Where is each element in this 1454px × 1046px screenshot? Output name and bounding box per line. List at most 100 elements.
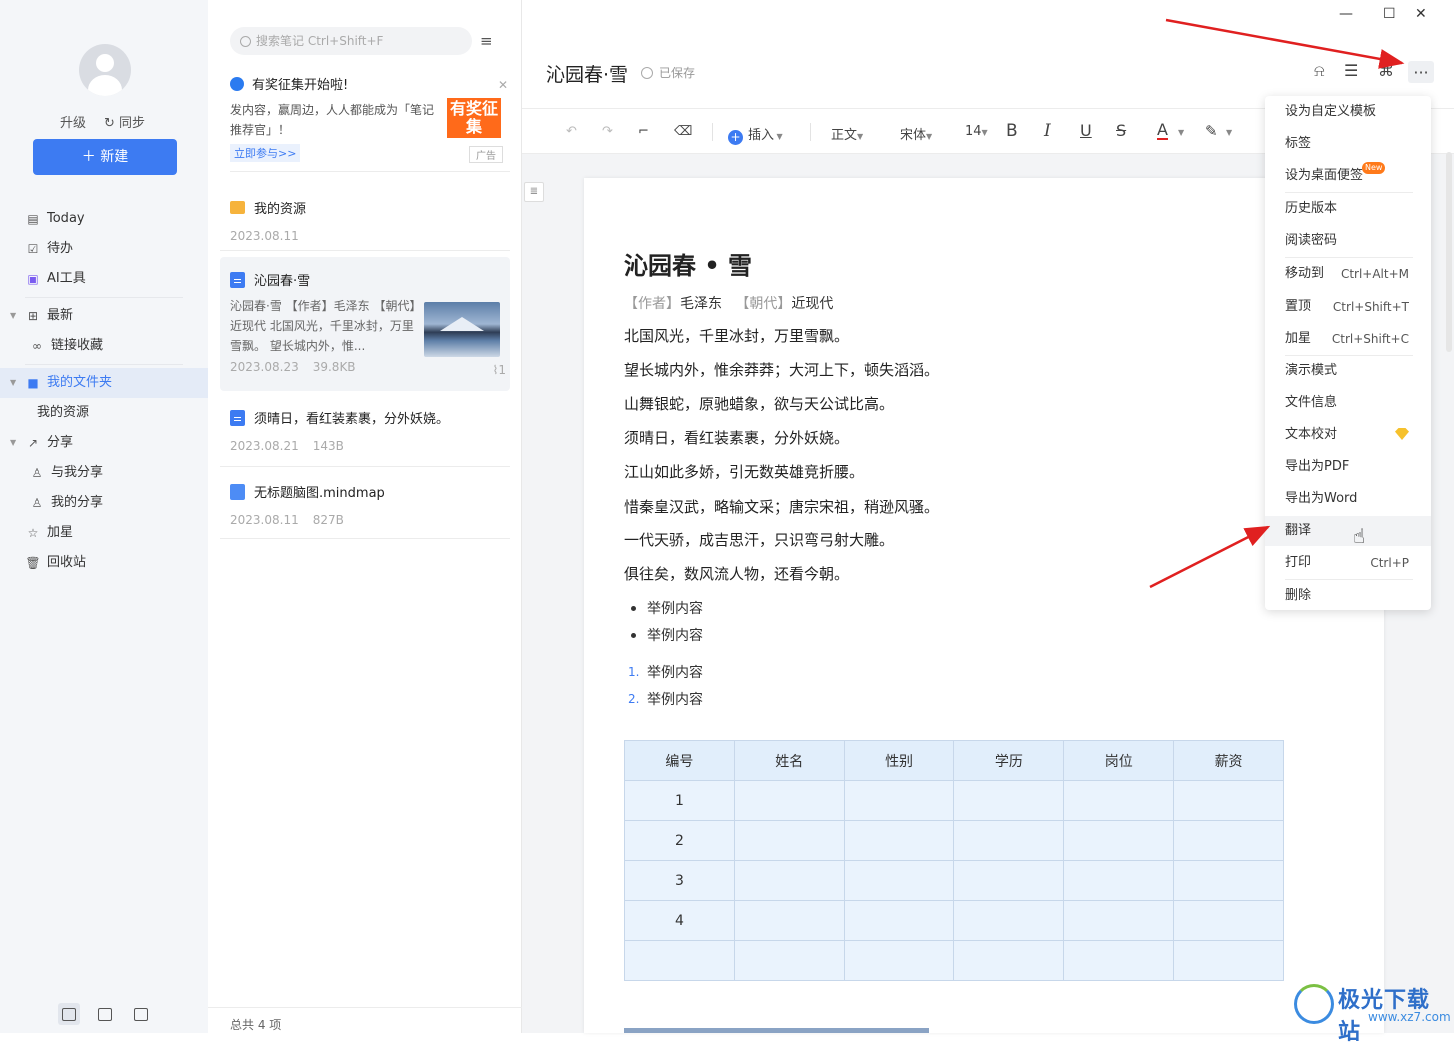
menu-item-export-word[interactable]: 导出为Word: [1265, 484, 1431, 514]
menu-item-desktop-sticky[interactable]: 设为桌面便签 New: [1265, 161, 1431, 191]
font-family-select[interactable]: 宋体▼: [900, 124, 932, 143]
sidebar-item-trash[interactable]: 🗑 回收站: [0, 548, 208, 578]
table-header-cell[interactable]: 薪资: [1173, 740, 1284, 781]
table-cell[interactable]: 2: [624, 820, 735, 861]
table-cell[interactable]: [843, 900, 955, 941]
more-options-icon[interactable]: ···: [1408, 61, 1434, 83]
menu-item-history[interactable]: 历史版本: [1265, 194, 1431, 224]
document-page[interactable]: 沁园春 • 雪 【作者】毛泽东 【朝代】近现代 北国风光，千里冰封，万里雪飘。 …: [584, 178, 1384, 1033]
underline-button[interactable]: U: [1080, 121, 1092, 140]
sort-icon[interactable]: ≡: [480, 32, 493, 50]
table-cell[interactable]: [1063, 860, 1175, 901]
menu-item-star[interactable]: 加星 Ctrl+Shift+C: [1265, 324, 1431, 354]
table-cell[interactable]: 3: [624, 860, 735, 901]
embedded-image[interactable]: [624, 1028, 929, 1033]
list-item[interactable]: 无标题脑图.mindmap 2023.08.11 827B: [220, 474, 510, 538]
sidebar-item-today[interactable]: ▤ Today: [0, 204, 208, 234]
menu-item-custom-template[interactable]: 设为自定义模板: [1265, 97, 1431, 127]
sidebar-item-todo[interactable]: ☑ 待办: [0, 234, 208, 264]
paragraph-style-select[interactable]: 正文▼: [831, 124, 863, 143]
bold-button[interactable]: B: [1006, 121, 1018, 141]
table-cell[interactable]: [953, 780, 1065, 821]
italic-button[interactable]: I: [1044, 121, 1051, 141]
maximize-icon[interactable]: ☐: [1383, 6, 1396, 22]
font-color-button[interactable]: A: [1157, 121, 1168, 140]
table-cell[interactable]: 1: [624, 780, 735, 821]
sidebar-item-starred[interactable]: ☆ 加星: [0, 518, 208, 548]
menu-item-tags[interactable]: 标签: [1265, 129, 1431, 159]
close-icon[interactable]: ✕: [498, 78, 508, 92]
ad-banner[interactable]: 有奖征集开始啦! ✕ 发内容，赢周边，人人都能成为「笔记推荐官」！ 立即参与>>…: [230, 66, 510, 172]
menu-item-translate[interactable]: 翻译: [1265, 516, 1431, 546]
table-cell[interactable]: [1063, 780, 1175, 821]
table-cell[interactable]: [843, 860, 955, 901]
list-item[interactable]: 须晴日，看红装素裹，分外妖娆。 2023.08.21 143B: [220, 400, 510, 466]
new-button[interactable]: ＋ 新建: [33, 139, 177, 175]
document-title[interactable]: 沁园春·雪: [546, 60, 628, 87]
list-item-selected[interactable]: 沁园春·雪 沁园春·雪 【作者】毛泽东 【朝代】近现代 北国风光，千里冰封，万里…: [220, 257, 510, 391]
font-size-select[interactable]: 14▼: [965, 124, 988, 139]
menu-item-delete[interactable]: 删除: [1265, 581, 1431, 611]
table-cell[interactable]: [733, 900, 845, 941]
sidebar-item-my-folder[interactable]: ▼ ■ 我的文件夹: [0, 368, 208, 398]
menu-item-file-info[interactable]: 文件信息: [1265, 388, 1431, 418]
table-header-cell[interactable]: 岗位: [1063, 740, 1175, 781]
format-painter-icon[interactable]: ⌐: [638, 124, 649, 139]
table-cell[interactable]: [624, 940, 735, 981]
insert-button[interactable]: + 插入 ▼: [728, 124, 783, 145]
two-column-view-icon[interactable]: [94, 1003, 116, 1025]
table-cell[interactable]: [843, 780, 955, 821]
share-user-icon[interactable]: ⍾: [1314, 61, 1325, 81]
undo-icon[interactable]: ↶: [566, 124, 577, 139]
caret-down-icon[interactable]: ▼: [10, 428, 16, 458]
single-column-view-icon[interactable]: [130, 1003, 152, 1025]
highlight-icon[interactable]: ✎: [1205, 122, 1218, 140]
close-window-icon[interactable]: ✕: [1415, 6, 1427, 22]
table-cell[interactable]: [953, 860, 1065, 901]
chevron-down-icon[interactable]: ▼: [1226, 128, 1232, 137]
sidebar-item-shared-with-me[interactable]: ♙ 与我分享: [0, 458, 208, 488]
sidebar-item-my-shares[interactable]: ♙ 我的分享: [0, 488, 208, 518]
minimize-icon[interactable]: —: [1339, 6, 1353, 22]
table-cell[interactable]: [1173, 940, 1284, 981]
menu-item-pin[interactable]: 置顶 Ctrl+Shift+T: [1265, 292, 1431, 322]
table-cell[interactable]: [843, 940, 955, 981]
table-cell[interactable]: [1063, 820, 1175, 861]
sidebar-item-share[interactable]: ▼ ↗ 分享: [0, 428, 208, 458]
menu-item-export-pdf[interactable]: 导出为PDF: [1265, 452, 1431, 482]
table-cell[interactable]: [843, 820, 955, 861]
menu-item-print[interactable]: 打印 Ctrl+P: [1265, 548, 1431, 578]
table-cell[interactable]: [733, 860, 845, 901]
three-column-view-icon[interactable]: [58, 1003, 80, 1025]
caret-down-icon[interactable]: ▼: [10, 368, 16, 398]
chevron-down-icon[interactable]: ▼: [1178, 128, 1184, 137]
table-header-cell[interactable]: 编号: [624, 740, 735, 781]
table-cell[interactable]: [1063, 900, 1175, 941]
sidebar-item-ai-tools[interactable]: ▣ AI工具: [0, 264, 208, 294]
scrollbar[interactable]: [1446, 152, 1452, 352]
table-cell[interactable]: [953, 940, 1065, 981]
sidebar-item-link-favorites[interactable]: ∞ 链接收藏: [0, 331, 208, 361]
ad-join-link[interactable]: 立即参与>>: [230, 144, 301, 162]
table-cell[interactable]: [1173, 780, 1284, 821]
table-cell[interactable]: [1173, 860, 1284, 901]
collaborate-icon[interactable]: ⌘: [1378, 61, 1394, 80]
redo-icon[interactable]: ↷: [602, 124, 613, 139]
menu-item-proofread[interactable]: 文本校对: [1265, 420, 1431, 450]
table-cell[interactable]: 4: [624, 900, 735, 941]
data-table[interactable]: 编号 姓名 性别 学历 岗位 薪资 1 2 3 4: [624, 740, 1284, 981]
menu-item-read-password[interactable]: 阅读密码: [1265, 226, 1431, 256]
find-replace-icon[interactable]: ☰: [1344, 61, 1358, 80]
menu-item-move-to[interactable]: 移动到 Ctrl+Alt+M: [1265, 259, 1431, 289]
table-cell[interactable]: [953, 900, 1065, 941]
search-input[interactable]: 搜索笔记 Ctrl+Shift+F: [230, 27, 472, 55]
eraser-icon[interactable]: ⌫: [674, 124, 692, 139]
sync-button[interactable]: ↻ 同步: [104, 112, 145, 131]
table-cell[interactable]: [1173, 900, 1284, 941]
menu-item-presentation[interactable]: 演示模式: [1265, 356, 1431, 386]
strikethrough-button[interactable]: S: [1116, 121, 1126, 140]
table-cell[interactable]: [733, 940, 845, 981]
table-header-cell[interactable]: 性别: [843, 740, 955, 781]
table-cell[interactable]: [733, 780, 845, 821]
caret-down-icon[interactable]: ▼: [10, 301, 16, 331]
